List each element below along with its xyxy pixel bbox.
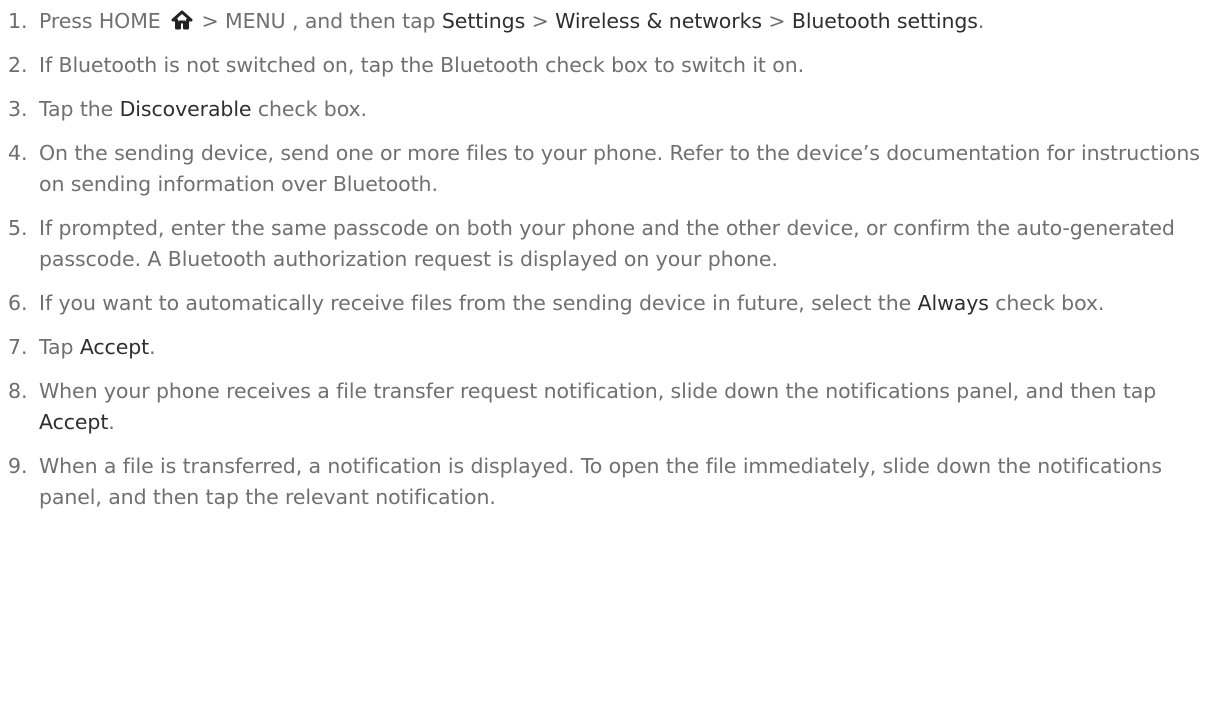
instruction-list: 1. Press HOME > MENU , and then tap Setti… xyxy=(0,0,1227,513)
step-number: 1. xyxy=(8,9,28,33)
step-text: On the sending device, send one or more … xyxy=(39,138,1207,200)
ui-term: Bluetooth settings xyxy=(791,9,978,33)
step-text-segment: If you want to automatically receive fil… xyxy=(39,291,918,315)
step-number: 2. xyxy=(8,53,28,77)
step-text: Tap the Discoverable check box. xyxy=(39,94,1207,125)
step-text: If you want to automatically receive fil… xyxy=(39,288,1207,319)
step-text: Press HOME > MENU , and then tap Setting… xyxy=(39,6,1207,37)
step-text-segment: > xyxy=(761,9,792,33)
step-number: 5. xyxy=(8,216,28,240)
ui-term: Discoverable xyxy=(119,97,252,121)
step-text: Tap Accept. xyxy=(39,332,1207,363)
step-3: 3. Tap the Discoverable check box. xyxy=(8,94,1207,125)
step-5: 5. If prompted, enter the same passcode o… xyxy=(8,213,1207,275)
ui-term: Always xyxy=(917,291,989,315)
step-8: 8. When your phone receives a file transf… xyxy=(8,376,1207,438)
step-number: 6. xyxy=(8,291,28,315)
step-text: When a file is transferred, a notificati… xyxy=(39,451,1207,513)
step-text-segment: check box. xyxy=(251,97,367,121)
ui-term: Wireless & networks xyxy=(555,9,762,33)
step-text-segment: > xyxy=(525,9,556,33)
step-text-segment: On the sending device, send one or more … xyxy=(39,141,1200,196)
step-7: 7. Tap Accept. xyxy=(8,332,1207,363)
step-text-segment: Press HOME xyxy=(39,9,168,33)
step-1: 1. Press HOME > MENU , and then tap Setti… xyxy=(8,6,1207,37)
step-text-segment: If Bluetooth is not switched on, tap the… xyxy=(39,53,805,77)
step-text: If prompted, enter the same passcode on … xyxy=(39,213,1207,275)
step-9: 9. When a file is transferred, a notifica… xyxy=(8,451,1207,513)
step-number: 3. xyxy=(8,97,28,121)
step-text-segment: . xyxy=(108,410,115,434)
step-text-segment: > MENU , and then tap xyxy=(195,9,442,33)
step-text: When your phone receives a file transfer… xyxy=(39,376,1207,438)
step-number: 8. xyxy=(8,379,28,403)
step-text-segment: When your phone receives a file transfer… xyxy=(39,379,1157,403)
ui-term: Settings xyxy=(441,9,526,33)
step-text-segment: Tap the xyxy=(39,97,120,121)
home-icon xyxy=(171,8,193,30)
step-text-segment: If prompted, enter the same passcode on … xyxy=(39,216,1175,271)
step-4: 4. On the sending device, send one or mor… xyxy=(8,138,1207,200)
ui-term: Accept xyxy=(79,335,150,359)
step-number: 9. xyxy=(8,454,28,478)
step-text-segment: . xyxy=(149,335,156,359)
step-number: 4. xyxy=(8,141,28,165)
step-number: 7. xyxy=(8,335,28,359)
step-text-segment: When a file is transferred, a notificati… xyxy=(39,454,1162,509)
step-6: 6. If you want to automatically receive f… xyxy=(8,288,1207,319)
step-text: If Bluetooth is not switched on, tap the… xyxy=(39,50,1207,81)
step-2: 2. If Bluetooth is not switched on, tap t… xyxy=(8,50,1207,81)
ui-term: Accept xyxy=(39,410,109,434)
step-text-segment: Tap xyxy=(39,335,80,359)
step-text-segment: . xyxy=(977,9,985,33)
step-text-segment: check box. xyxy=(988,291,1105,315)
